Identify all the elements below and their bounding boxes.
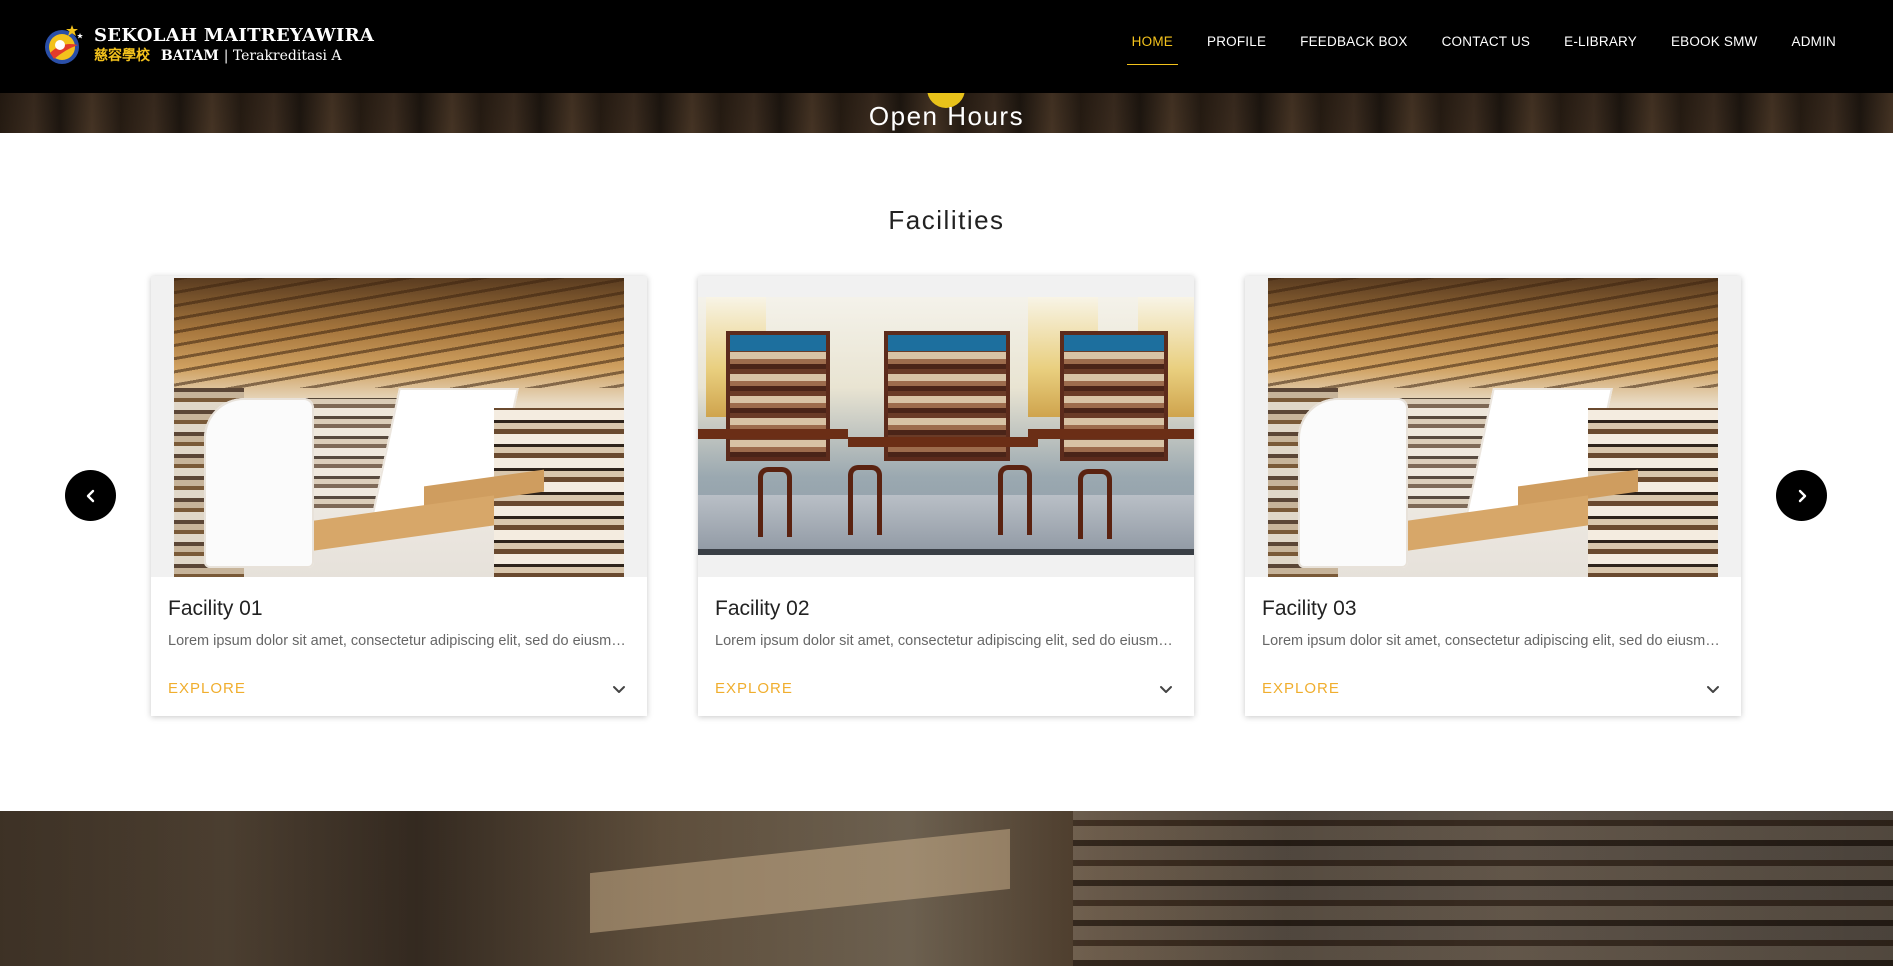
brand-city: BATAM bbox=[160, 47, 219, 64]
chevron-right-icon bbox=[1798, 489, 1806, 502]
nav-admin[interactable]: ADMIN bbox=[1775, 0, 1854, 93]
facility-image[interactable] bbox=[1245, 276, 1741, 577]
facility-card: Facility 01 Lorem ipsum dolor sit amet, … bbox=[151, 276, 647, 716]
brand-accreditation: | Terakreditasi A bbox=[223, 47, 342, 64]
chevron-down-icon[interactable] bbox=[611, 681, 627, 697]
school-logo-icon bbox=[42, 23, 86, 67]
brand-subtitle: 慈容學校 BATAM | Terakreditasi A bbox=[94, 47, 374, 64]
facility-image[interactable] bbox=[698, 276, 1194, 577]
brand[interactable]: SEKOLAH MAITREYAWIRA 慈容學校 BATAM | Terakr… bbox=[42, 20, 374, 70]
navbar: SEKOLAH MAITREYAWIRA 慈容學校 BATAM | Terakr… bbox=[0, 0, 1893, 93]
nav-ebook-smw[interactable]: EBOOK SMW bbox=[1654, 0, 1775, 93]
nav-home[interactable]: HOME bbox=[1115, 0, 1190, 93]
nav-feedback-box[interactable]: FEEDBACK BOX bbox=[1283, 0, 1424, 93]
chevron-left-icon bbox=[86, 489, 94, 502]
facilities-title: Facilities bbox=[888, 205, 1005, 235]
facility-image[interactable] bbox=[151, 276, 647, 577]
carousel-next-button[interactable] bbox=[1776, 470, 1827, 521]
facility-title: Facility 02 bbox=[715, 597, 810, 620]
facility-card: Facility 03 Lorem ipsum dolor sit amet, … bbox=[1245, 276, 1741, 716]
facility-title: Facility 01 bbox=[168, 597, 263, 620]
nav-contact-us[interactable]: CONTACT US bbox=[1425, 0, 1548, 93]
explore-link[interactable]: EXPLORE bbox=[715, 680, 793, 697]
nav-menu: HOME PROFILE FEEDBACK BOX CONTACT US E-L… bbox=[1115, 0, 1853, 93]
brand-chinese-name: 慈容學校 bbox=[94, 47, 150, 64]
chevron-down-icon[interactable] bbox=[1158, 681, 1174, 697]
facility-description: Lorem ipsum dolor sit amet, consectetur … bbox=[1262, 633, 1724, 649]
explore-link[interactable]: EXPLORE bbox=[168, 680, 246, 697]
brand-name: SEKOLAH MAITREYAWIRA bbox=[94, 24, 375, 46]
facility-description: Lorem ipsum dolor sit amet, consectetur … bbox=[168, 633, 630, 649]
nav-e-library[interactable]: E-LIBRARY bbox=[1547, 0, 1654, 93]
facility-title: Facility 03 bbox=[1262, 597, 1357, 620]
open-hours-title: Open Hours bbox=[868, 101, 1025, 131]
explore-link[interactable]: EXPLORE bbox=[1262, 680, 1340, 697]
open-hours-section bbox=[0, 811, 1893, 966]
nav-profile[interactable]: PROFILE bbox=[1190, 0, 1283, 93]
facility-description: Lorem ipsum dolor sit amet, consectetur … bbox=[715, 633, 1177, 649]
facility-card: Facility 02 Lorem ipsum dolor sit amet, … bbox=[698, 276, 1194, 716]
carousel-prev-button[interactable] bbox=[65, 470, 116, 521]
chevron-down-icon[interactable] bbox=[1705, 681, 1721, 697]
